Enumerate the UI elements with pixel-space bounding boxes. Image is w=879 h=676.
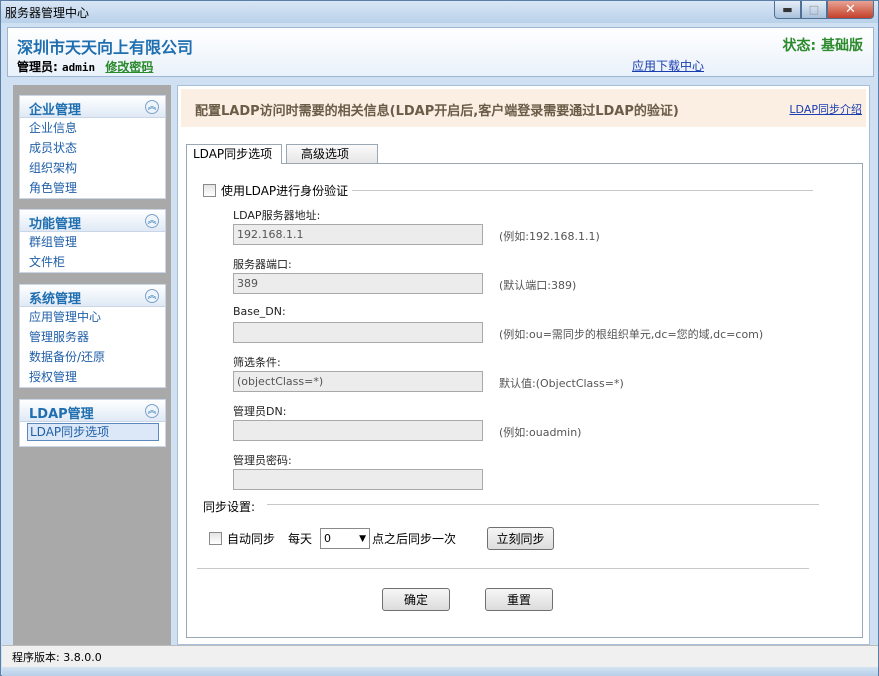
panel-enterprise: 企业管理 ︽ 企业信息 成员状态 组织架构 角色管理 bbox=[19, 95, 166, 199]
admin-dn-hint: (例如:ouadmin) bbox=[499, 426, 582, 439]
status-bar: 程序版本: 3.8.0.0 bbox=[2, 645, 878, 667]
base-dn-label: Base_DN: bbox=[233, 305, 286, 318]
sidebar-item-backup-restore[interactable]: 数据备份/还原 bbox=[20, 347, 165, 367]
admin-label: 管理员: bbox=[17, 60, 58, 74]
sidebar-item-groups[interactable]: 群组管理 bbox=[20, 232, 165, 252]
sidebar-item-app-center[interactable]: 应用管理中心 bbox=[20, 307, 165, 327]
port-hint: (默认端口:389) bbox=[499, 279, 577, 292]
ldap-server-hint: (例如:192.168.1.1) bbox=[499, 230, 600, 243]
after-label: 点之后同步一次 bbox=[372, 532, 457, 546]
hour-select[interactable]: 0 ▼ bbox=[320, 528, 371, 549]
panel-title: 企业管理 bbox=[29, 103, 82, 118]
admin-line: 管理员: admin 修改密码 bbox=[17, 58, 153, 75]
sync-settings-title: 同步设置: bbox=[203, 500, 256, 514]
panel-ldap: LDAP管理 ︽ LDAP同步选项 bbox=[19, 399, 166, 447]
tab-panel: 使用LDAP进行身份验证 LDAP服务器地址: 192.168.1.1 (例如:… bbox=[186, 163, 863, 638]
base-dn-hint: (例如:ou=需同步的根组织单元,dc=您的域,dc=com) bbox=[499, 328, 764, 341]
divider bbox=[197, 568, 809, 569]
info-banner: 配置LADP访问时需要的相关信息(LDAP开启后,客户端登录需要通过LDAP的验… bbox=[181, 89, 866, 127]
admin-dn-input[interactable] bbox=[233, 420, 483, 441]
panel-title: 系统管理 bbox=[29, 292, 82, 307]
collapse-icon[interactable]: ︽ bbox=[145, 404, 159, 418]
auto-sync-checkbox[interactable] bbox=[209, 532, 222, 545]
sidebar-item-member-status[interactable]: 成员状态 bbox=[20, 138, 165, 158]
sidebar-item-file-cabinet[interactable]: 文件柜 bbox=[20, 252, 165, 272]
filter-hint: 默认值:(ObjectClass=*) bbox=[499, 377, 624, 390]
ldap-intro-link[interactable]: LDAP同步介绍 bbox=[789, 101, 862, 117]
hour-value: 0 bbox=[324, 532, 332, 545]
panel-header[interactable]: LDAP管理 ︽ bbox=[20, 400, 165, 422]
window-title: 服务器管理中心 bbox=[5, 6, 90, 20]
minimize-button[interactable]: ▬ bbox=[774, 1, 801, 19]
window-controls: ▬ □ ✕ bbox=[774, 1, 874, 19]
change-password-link[interactable]: 修改密码 bbox=[105, 60, 153, 74]
sidebar-item-roles[interactable]: 角色管理 bbox=[20, 178, 165, 198]
panel-title: 功能管理 bbox=[29, 217, 82, 232]
download-center-link[interactable]: 应用下载中心 bbox=[632, 57, 704, 74]
admin-dn-label: 管理员DN: bbox=[233, 405, 287, 418]
admin-password-input[interactable] bbox=[233, 469, 483, 490]
maximize-button[interactable]: □ bbox=[801, 1, 827, 19]
version-text: 程序版本: 3.8.0.0 bbox=[12, 651, 102, 664]
ldap-server-label: LDAP服务器地址: bbox=[233, 209, 321, 222]
auto-sync-label: 自动同步 bbox=[227, 532, 276, 546]
panel-function: 功能管理 ︽ 群组管理 文件柜 bbox=[19, 209, 166, 273]
panel-header[interactable]: 功能管理 ︽ bbox=[20, 210, 165, 232]
sync-row: 自动同步 每天 0 ▼ 点之后同步一次 立刻同步 bbox=[209, 527, 555, 550]
company-name: 深圳市天天向上有限公司 bbox=[17, 38, 194, 57]
edition-status: 状态: 基础版 bbox=[782, 38, 863, 54]
divider bbox=[267, 504, 819, 505]
panel-header[interactable]: 系统管理 ︽ bbox=[20, 285, 165, 307]
filter-label: 筛选条件: bbox=[233, 356, 281, 369]
ldap-server-input[interactable]: 192.168.1.1 bbox=[233, 224, 483, 245]
base-dn-input[interactable] bbox=[233, 322, 483, 343]
reset-button[interactable]: 重置 bbox=[485, 588, 553, 611]
collapse-icon[interactable]: ︽ bbox=[145, 100, 159, 114]
filter-input[interactable]: (objectClass=*) bbox=[233, 371, 483, 392]
use-ldap-label: 使用LDAP进行身份验证 bbox=[221, 184, 349, 198]
header: 深圳市天天向上有限公司 管理员: admin 修改密码 应用下载中心 状态: 基… bbox=[7, 27, 874, 77]
sidebar-item-org-structure[interactable]: 组织架构 bbox=[20, 158, 165, 178]
sidebar-item-server-manage[interactable]: 管理服务器 bbox=[20, 327, 165, 347]
panel-title: LDAP管理 bbox=[29, 407, 94, 422]
collapse-icon[interactable]: ︽ bbox=[145, 214, 159, 228]
panel-system: 系统管理 ︽ 应用管理中心 管理服务器 数据备份/还原 授权管理 bbox=[19, 284, 166, 388]
every-day-label: 每天 bbox=[288, 532, 313, 546]
port-input[interactable]: 389 bbox=[233, 273, 483, 294]
app-window: 服务器管理中心 ▬ □ ✕ 深圳市天天向上有限公司 管理员: admin 修改密… bbox=[0, 0, 879, 676]
sidebar-item-license[interactable]: 授权管理 bbox=[20, 367, 165, 387]
chevron-down-icon: ▼ bbox=[359, 533, 367, 544]
title-bar[interactable]: 服务器管理中心 ▬ □ ✕ bbox=[1, 1, 878, 23]
close-button[interactable]: ✕ bbox=[827, 1, 874, 19]
use-ldap-option: 使用LDAP进行身份验证 bbox=[203, 182, 353, 199]
sidebar-item-company-info[interactable]: 企业信息 bbox=[20, 118, 165, 138]
admin-name: admin bbox=[62, 61, 96, 74]
window-bottom-border bbox=[2, 667, 878, 676]
main-content: 配置LADP访问时需要的相关信息(LDAP开启后,客户端登录需要通过LDAP的验… bbox=[177, 85, 870, 645]
collapse-icon[interactable]: ︽ bbox=[145, 289, 159, 303]
confirm-button[interactable]: 确定 bbox=[382, 588, 450, 611]
tab-ldap-sync[interactable]: LDAP同步选项 bbox=[186, 144, 282, 164]
sidebar-item-ldap-sync[interactable]: LDAP同步选项 bbox=[27, 423, 159, 441]
sidebar: 企业管理 ︽ 企业信息 成员状态 组织架构 角色管理 功能管理 ︽ 群组管理 文… bbox=[13, 85, 171, 645]
panel-header[interactable]: 企业管理 ︽ bbox=[20, 96, 165, 118]
tab-advanced[interactable]: 高级选项 bbox=[286, 144, 378, 164]
sync-now-button[interactable]: 立刻同步 bbox=[487, 527, 555, 550]
port-label: 服务器端口: bbox=[233, 258, 292, 271]
use-ldap-checkbox[interactable] bbox=[203, 184, 216, 197]
admin-password-label: 管理员密码: bbox=[233, 454, 292, 467]
info-text: 配置LADP访问时需要的相关信息(LDAP开启后,客户端登录需要通过LDAP的验… bbox=[195, 104, 679, 119]
